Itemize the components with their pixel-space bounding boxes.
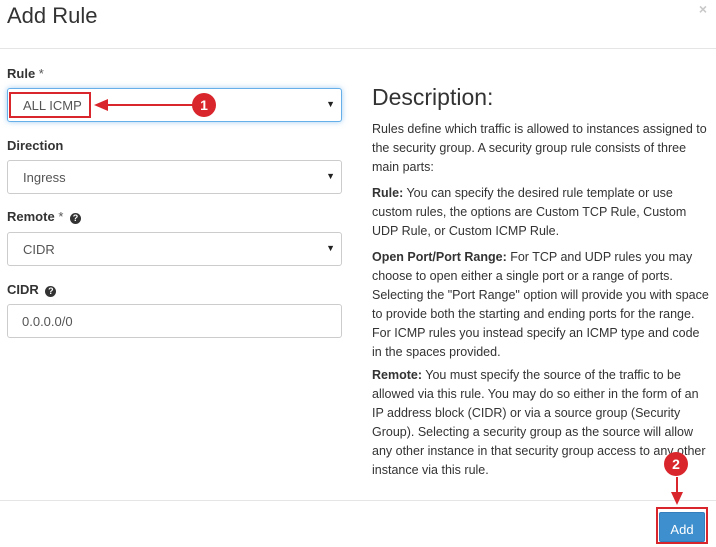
arrowhead-icon <box>671 492 683 505</box>
step-2-badge: 2 <box>664 452 688 476</box>
arrowhead-icon <box>94 99 108 111</box>
annotation-arrows <box>94 99 683 505</box>
step-1-badge: 1 <box>192 93 216 117</box>
